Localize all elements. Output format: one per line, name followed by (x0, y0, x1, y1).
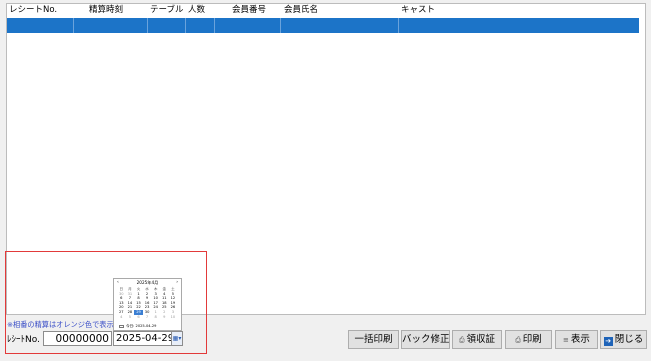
calendar-month-title: 2025年4月 (136, 280, 159, 285)
row-divider (398, 18, 399, 33)
calendar-day[interactable]: 6 (134, 315, 143, 320)
receipt-print-button[interactable]: ⎙ 領収証 (452, 330, 502, 349)
calendar-today-link[interactable]: 今日: 2025-04-29 (126, 324, 156, 329)
back-edit-label: バック修正 (402, 334, 450, 345)
back-edit-button[interactable]: バック修正 (401, 330, 450, 349)
col-cast[interactable]: キャスト (399, 4, 479, 17)
print-button[interactable]: ⎙ 印刷 (505, 330, 552, 349)
close-label: 閉じる (614, 334, 644, 345)
calendar-day[interactable]: 8 (151, 315, 160, 320)
calendar-day-grid: 日月火水木金土 30 31 1 2 3 4 5 6 7 8 9 10 11 12 13 14 15 16 17 18 19… (117, 287, 177, 319)
calendar-dropdown-icon[interactable]: ▦▾ (171, 331, 183, 346)
next-month-icon[interactable]: › (176, 280, 178, 285)
receipt-history-window: レシートNo. 精算時刻 テーブル 人数 会員番号 会員氏名 キャスト ‹ 20… (0, 0, 651, 361)
date-picker-calendar[interactable]: ‹ 2025年4月 › 日月火水木金土 30 31 1 2 3 4 5 6 7 8 9 10 11 12 13… (113, 278, 182, 331)
calendar-day[interactable]: 4 (117, 315, 126, 320)
col-settle-time[interactable]: 精算時刻 (87, 4, 147, 17)
exit-icon: ➔ (603, 337, 613, 346)
bulk-print-button[interactable]: 一括印刷 (348, 330, 399, 349)
date-input[interactable]: 2025-04-29 (113, 331, 172, 346)
row-divider (280, 18, 281, 33)
col-table[interactable]: テーブル (148, 4, 188, 17)
list-icon: ≡ (563, 336, 569, 344)
receipt-no-input[interactable] (43, 331, 112, 346)
col-people[interactable]: 人数 (186, 4, 216, 17)
row-divider (147, 18, 148, 33)
calendar-day[interactable]: 5 (126, 315, 135, 320)
row-divider (73, 18, 74, 33)
bulk-print-label: 一括印刷 (354, 334, 393, 345)
col-member-no[interactable]: 会員番号 (230, 4, 278, 17)
settlement-note: ※相番の精算はオレンジ色で表示 (7, 320, 113, 329)
grid-header: レシートNo. 精算時刻 テーブル 人数 会員番号 会員氏名 キャスト (7, 4, 645, 17)
selected-table-row[interactable] (7, 18, 639, 33)
printer-icon: ⎙ (515, 336, 521, 344)
receipt-print-label: 領収証 (466, 334, 496, 345)
row-divider (185, 18, 186, 33)
col-receipt-no[interactable]: レシートNo. (7, 4, 74, 17)
display-label: 表示 (570, 334, 590, 345)
receipt-no-label: ﾚｼｰﾄNo. (7, 335, 40, 345)
calendar-day[interactable]: 10 (169, 315, 178, 320)
printer-icon: ⎙ (458, 336, 465, 344)
today-marker-icon (119, 325, 124, 328)
print-label: 印刷 (522, 334, 542, 345)
col-member-name[interactable]: 会員氏名 (282, 4, 342, 17)
close-button[interactable]: ➔ 閉じる (600, 330, 647, 349)
calendar-day[interactable]: 9 (160, 315, 169, 320)
calendar-day[interactable]: 7 (143, 315, 152, 320)
row-divider (214, 18, 215, 33)
display-button[interactable]: ≡ 表示 (555, 330, 598, 349)
